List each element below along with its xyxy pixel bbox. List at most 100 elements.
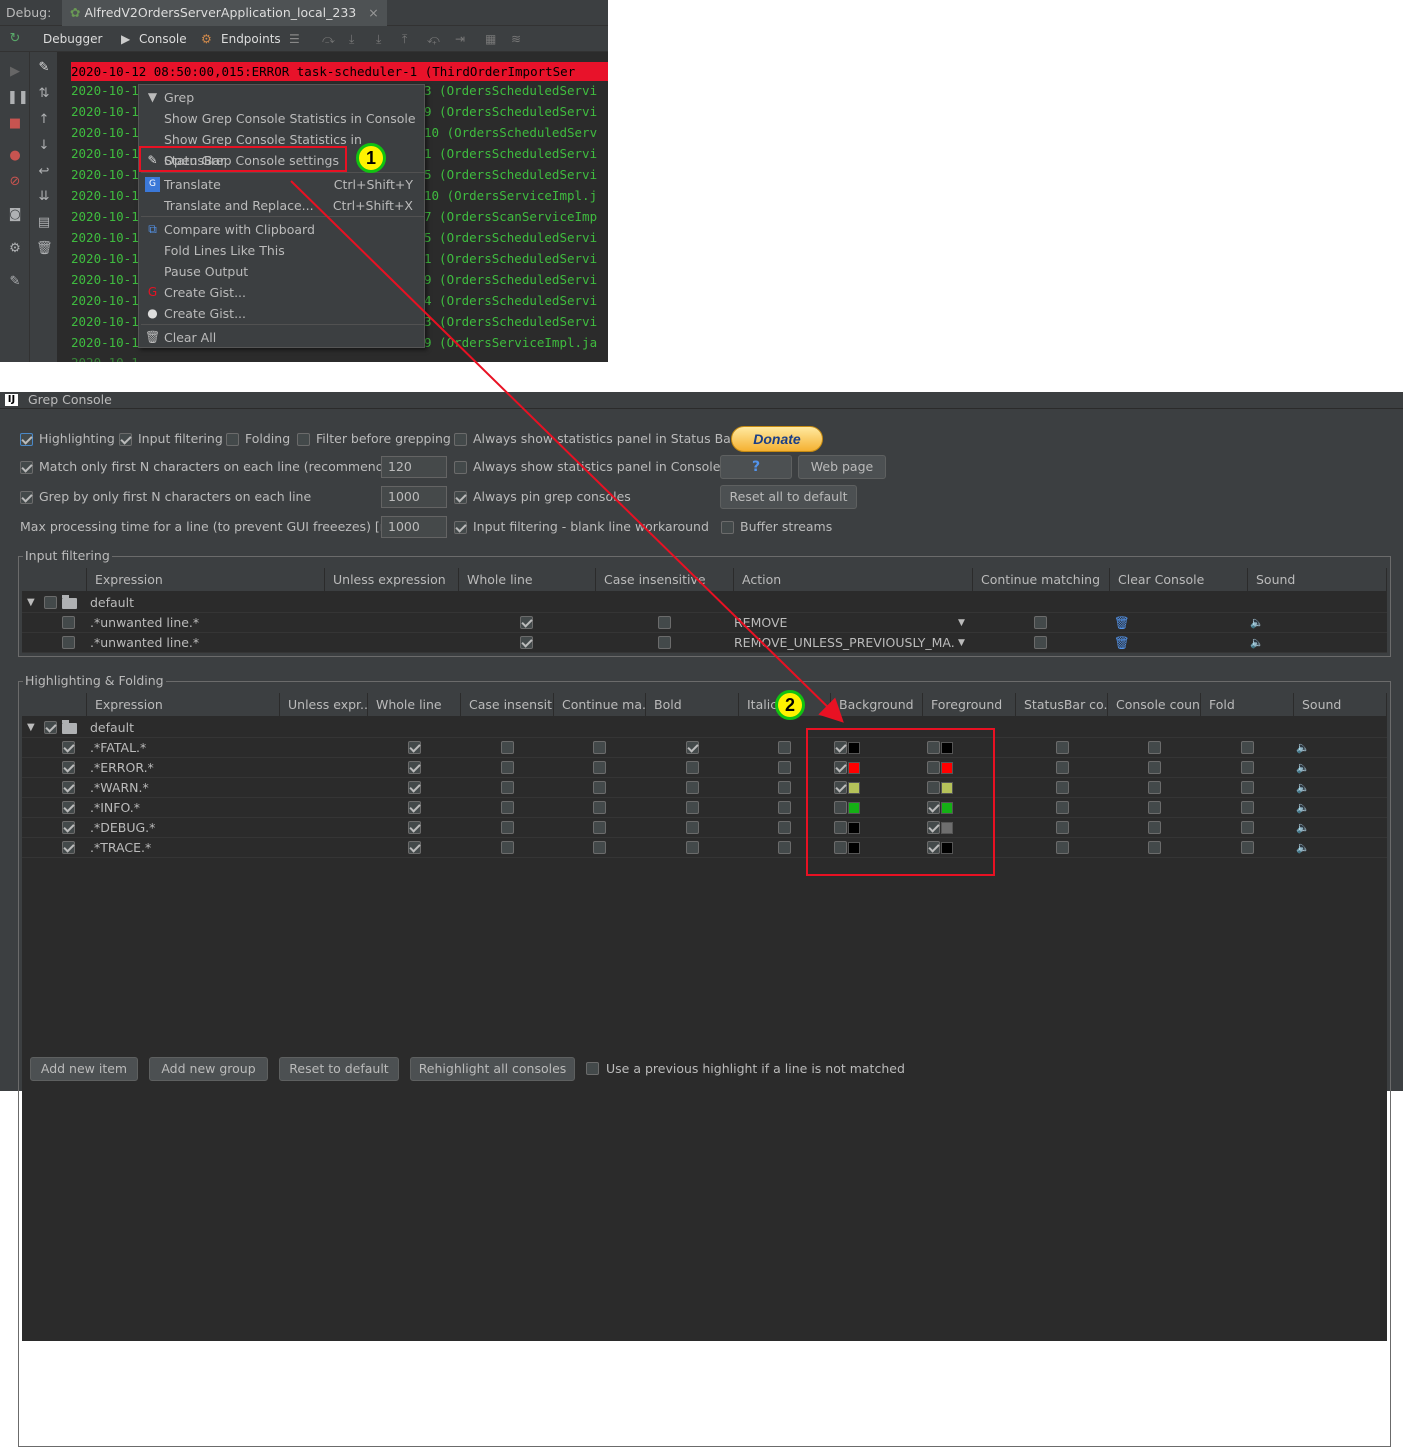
clear-console-icon[interactable]: 🗑	[1114, 613, 1130, 633]
row-enabled-checkbox[interactable]	[62, 761, 75, 774]
sound-icon[interactable]: 🔈	[1296, 841, 1310, 854]
whole-line-checkbox[interactable]	[408, 801, 421, 814]
column-header[interactable]: Console count	[1108, 693, 1201, 717]
bold-checkbox[interactable]	[686, 781, 699, 794]
chevron-down-icon[interactable]: ▼	[958, 613, 965, 633]
whole-line-checkbox[interactable]	[520, 616, 533, 629]
menu-item[interactable]: ● Create Gist...	[139, 303, 424, 324]
whole-line-checkbox[interactable]	[520, 636, 533, 649]
down-arrow-icon[interactable]: ↓	[36, 138, 52, 154]
help-button[interactable]: ?	[720, 455, 792, 479]
table-row[interactable]: .*unwanted line.* REMOVE_UNLESS_PREVIOUSL…	[22, 633, 1387, 653]
whole-line-checkbox[interactable]	[408, 781, 421, 794]
continue-matching-checkbox[interactable]	[593, 801, 606, 814]
row-enabled-checkbox[interactable]	[62, 801, 75, 814]
console-count-checkbox[interactable]	[1148, 741, 1161, 754]
column-header[interactable]: Action	[734, 568, 973, 592]
always-stats-console-checkbox[interactable]	[454, 461, 467, 474]
continue-matching-checkbox[interactable]	[593, 821, 606, 834]
case-insensitive-checkbox[interactable]	[658, 636, 671, 649]
case-insensitive-checkbox[interactable]	[501, 741, 514, 754]
bold-checkbox[interactable]	[686, 821, 699, 834]
console-count-checkbox[interactable]	[1148, 841, 1161, 854]
italic-checkbox[interactable]	[778, 821, 791, 834]
column-header[interactable]: Sound	[1294, 693, 1387, 717]
tab-console[interactable]: Console	[139, 32, 187, 46]
expression-cell[interactable]: .*FATAL.*	[90, 738, 275, 758]
menu-item[interactable]: Pause Output	[139, 261, 424, 282]
breakpoints-icon[interactable]: ●	[7, 148, 23, 164]
soft-wrap-icon[interactable]: ↩	[36, 164, 52, 180]
input-filtering-checkbox[interactable]	[119, 433, 132, 446]
group-enabled-checkbox[interactable]	[44, 596, 57, 609]
pause-icon[interactable]: ❚❚	[7, 90, 29, 106]
trash-icon[interactable]: 🗑	[36, 241, 53, 257]
table-row[interactable]: .*unwanted line.* REMOVE ▼ 🗑 🔈	[22, 613, 1387, 633]
case-insensitive-checkbox[interactable]	[501, 761, 514, 774]
fold-checkbox[interactable]	[1241, 821, 1254, 834]
sound-icon[interactable]: 🔈	[1296, 801, 1310, 814]
clear-console-icon[interactable]: 🗑	[1114, 633, 1130, 653]
column-header[interactable]: Whole line	[459, 568, 596, 592]
evaluate-icon[interactable]: ▦	[485, 32, 496, 46]
menu-item[interactable]: ▼ Grep	[139, 87, 424, 108]
column-header[interactable]: Sound	[1248, 568, 1387, 592]
case-insensitive-checkbox[interactable]	[501, 801, 514, 814]
statusbar-count-checkbox[interactable]	[1056, 781, 1069, 794]
fold-checkbox[interactable]	[1241, 761, 1254, 774]
group-row[interactable]: ▼ default	[22, 593, 1387, 613]
sound-icon[interactable]: 🔈	[1250, 616, 1264, 629]
sound-icon[interactable]: 🔈	[1296, 821, 1310, 834]
menu-icon[interactable]: ☰	[289, 32, 300, 46]
table-row[interactable]: .*FATAL.* 🔈	[22, 738, 1387, 758]
whole-line-checkbox[interactable]	[408, 821, 421, 834]
column-header[interactable]: Whole line	[368, 693, 461, 717]
expand-icon[interactable]: ▼	[27, 597, 35, 608]
column-header[interactable]: StatusBar co...	[1016, 693, 1108, 717]
column-header[interactable]: Continue matching	[973, 568, 1110, 592]
trace-icon[interactable]: ≋	[511, 32, 521, 46]
statusbar-count-checkbox[interactable]	[1056, 741, 1069, 754]
table-row[interactable]: .*WARN.* 🔈	[22, 778, 1387, 798]
group-row[interactable]: ▼ default	[22, 718, 1387, 738]
reset-all-button[interactable]: Reset all to default	[720, 485, 857, 509]
chevron-down-icon[interactable]: ▼	[958, 633, 965, 653]
expression-cell[interactable]: .*WARN.*	[90, 778, 275, 798]
row-enabled-checkbox[interactable]	[62, 636, 75, 649]
bold-checkbox[interactable]	[686, 741, 699, 754]
resume-icon[interactable]: ▶	[7, 64, 23, 80]
expression-cell[interactable]: .*TRACE.*	[90, 838, 275, 858]
step-over-icon[interactable]: ⤼	[322, 32, 335, 47]
console-count-checkbox[interactable]	[1148, 801, 1161, 814]
fold-checkbox[interactable]	[1241, 841, 1254, 854]
expression-cell[interactable]: .*INFO.*	[90, 798, 275, 818]
whole-line-checkbox[interactable]	[408, 741, 421, 754]
case-insensitive-checkbox[interactable]	[658, 616, 671, 629]
sort-icon[interactable]: ⇅	[36, 86, 52, 102]
table-row[interactable]: .*INFO.* 🔈	[22, 798, 1387, 818]
up-arrow-icon[interactable]: ↑	[36, 112, 52, 128]
rehighlight-button[interactable]: Rehighlight all consoles	[410, 1057, 575, 1081]
statusbar-count-checkbox[interactable]	[1056, 761, 1069, 774]
use-previous-checkbox[interactable]	[586, 1062, 599, 1075]
drop-frame-icon[interactable]: ⤽	[427, 32, 440, 47]
whole-line-checkbox[interactable]	[408, 761, 421, 774]
statusbar-count-checkbox[interactable]	[1056, 821, 1069, 834]
expression-cell[interactable]: .*unwanted line.*	[90, 613, 320, 633]
grep-first-n-checkbox[interactable]	[20, 491, 33, 504]
pin-icon[interactable]: ✎	[7, 274, 23, 290]
case-insensitive-checkbox[interactable]	[501, 781, 514, 794]
column-header[interactable]: Clear Console	[1110, 568, 1248, 592]
fold-checkbox[interactable]	[1241, 741, 1254, 754]
column-header[interactable]: Bold	[646, 693, 739, 717]
expand-icon[interactable]: ▼	[27, 722, 35, 733]
step-into-icon[interactable]: ⤓	[349, 32, 354, 47]
buffer-streams-checkbox[interactable]	[721, 521, 734, 534]
reset-to-default-button[interactable]: Reset to default	[279, 1057, 399, 1081]
max-time-field[interactable]: 1000	[381, 516, 447, 538]
bold-checkbox[interactable]	[686, 801, 699, 814]
blank-line-checkbox[interactable]	[454, 521, 467, 534]
italic-checkbox[interactable]	[778, 741, 791, 754]
expression-cell[interactable]: .*unwanted line.*	[90, 633, 320, 653]
action-select[interactable]: REMOVE	[734, 613, 956, 633]
